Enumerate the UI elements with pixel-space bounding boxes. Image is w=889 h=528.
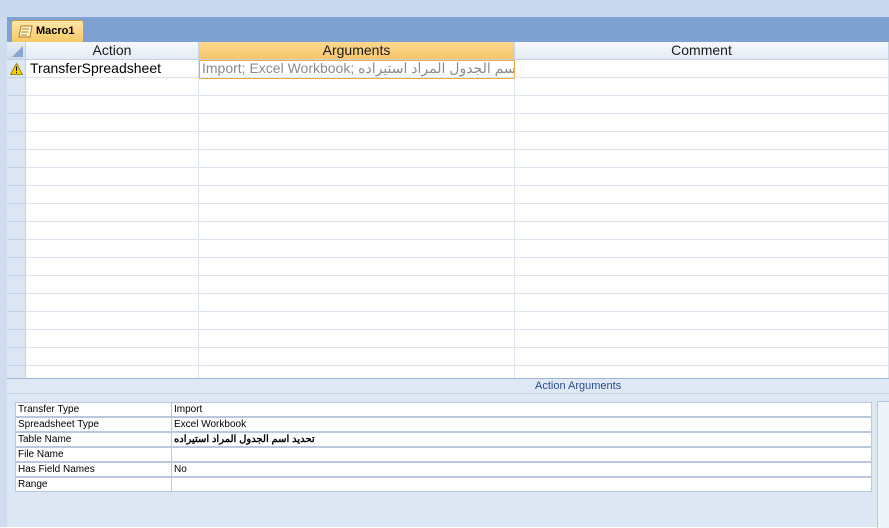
action-cell[interactable] (26, 240, 199, 258)
action-cell[interactable] (26, 294, 199, 312)
arguments-cell[interactable] (199, 114, 515, 132)
spreadsheet-type-field[interactable]: Excel Workbook (172, 417, 872, 432)
action-cell[interactable] (26, 348, 199, 366)
action-cell[interactable] (26, 258, 199, 276)
arguments-cell[interactable] (199, 78, 515, 96)
action-cell[interactable] (26, 78, 199, 96)
column-header-arguments[interactable]: Arguments (199, 42, 515, 60)
arguments-cell[interactable] (199, 348, 515, 366)
action-cell[interactable]: TransferSpreadsheet (26, 60, 199, 78)
property-label[interactable]: Range (15, 477, 172, 492)
arguments-cell[interactable] (199, 294, 515, 312)
arguments-cell[interactable] (199, 132, 515, 150)
property-label[interactable]: Has Field Names (15, 462, 172, 477)
comment-cell[interactable] (515, 294, 889, 312)
comment-cell[interactable] (515, 60, 889, 78)
comment-cell[interactable] (515, 150, 889, 168)
column-header-action[interactable]: Action (26, 42, 199, 60)
action-arguments-title: Action Arguments (535, 380, 622, 392)
help-text-panel (877, 401, 889, 528)
row-selector[interactable] (7, 222, 26, 240)
comment-cell[interactable] (515, 240, 889, 258)
row-selector[interactable] (7, 186, 26, 204)
comment-cell[interactable] (515, 330, 889, 348)
comment-cell[interactable] (515, 114, 889, 132)
row-selector[interactable] (7, 294, 26, 312)
arguments-cell[interactable] (199, 96, 515, 114)
action-cell[interactable] (26, 312, 199, 330)
comment-cell[interactable] (515, 366, 889, 378)
document-tab-strip: Macro1 (7, 17, 889, 44)
arguments-cell[interactable] (199, 186, 515, 204)
row-selector[interactable] (7, 168, 26, 186)
arguments-cell[interactable] (199, 222, 515, 240)
comment-cell[interactable] (515, 96, 889, 114)
row-selector[interactable] (7, 366, 26, 378)
property-label[interactable]: Spreadsheet Type (15, 417, 172, 432)
action-cell[interactable] (26, 96, 199, 114)
row-selector[interactable] (7, 78, 26, 96)
action-cell[interactable] (26, 204, 199, 222)
arguments-cell[interactable] (199, 168, 515, 186)
action-cell[interactable] (26, 114, 199, 132)
comment-cell[interactable] (515, 132, 889, 150)
column-header-comment[interactable]: Comment (515, 42, 889, 60)
comment-cell[interactable] (515, 312, 889, 330)
action-arguments-pane: Transfer Type Import Spreadsheet Type Ex… (7, 394, 889, 528)
row-selector[interactable] (7, 312, 26, 330)
arguments-cell[interactable] (199, 204, 515, 222)
warning-icon (10, 63, 23, 75)
row-selector[interactable] (7, 348, 26, 366)
table-name-field[interactable]: تحديد اسم الجدول المراد استيراده (172, 432, 872, 447)
row-selector[interactable] (7, 60, 26, 78)
row-selector[interactable] (7, 132, 26, 150)
arguments-cell[interactable] (199, 276, 515, 294)
macro-icon (18, 25, 33, 38)
row-selector[interactable] (7, 330, 26, 348)
row-selector[interactable] (7, 204, 26, 222)
property-label[interactable]: Table Name (15, 432, 172, 447)
arguments-cell[interactable] (199, 330, 515, 348)
action-cell[interactable] (26, 168, 199, 186)
comment-cell[interactable] (515, 222, 889, 240)
arguments-cell[interactable] (199, 150, 515, 168)
action-cell[interactable] (26, 276, 199, 294)
comment-cell[interactable] (515, 78, 889, 96)
row-selector[interactable] (7, 258, 26, 276)
property-label[interactable]: File Name (15, 447, 172, 462)
action-cell[interactable] (26, 222, 199, 240)
action-cell[interactable] (26, 330, 199, 348)
comment-cell[interactable] (515, 276, 889, 294)
action-cell[interactable] (26, 150, 199, 168)
row-selector[interactable] (7, 150, 26, 168)
row-selector[interactable] (7, 114, 26, 132)
file-name-field[interactable] (172, 447, 872, 462)
comment-cell[interactable] (515, 258, 889, 276)
arguments-cell[interactable] (199, 240, 515, 258)
comment-cell[interactable] (515, 168, 889, 186)
select-all-corner[interactable] (7, 42, 26, 60)
arguments-cell[interactable] (199, 258, 515, 276)
row-selector[interactable] (7, 240, 26, 258)
action-cell[interactable] (26, 366, 199, 378)
arguments-cell[interactable]: Import; Excel Workbook; تحديد اسم الجدول… (199, 60, 515, 78)
arguments-cell[interactable] (199, 312, 515, 330)
arguments-cell[interactable] (199, 366, 515, 378)
tab-label: Macro1 (36, 25, 75, 37)
row-selector[interactable] (7, 96, 26, 114)
action-cell[interactable] (26, 186, 199, 204)
comment-cell[interactable] (515, 204, 889, 222)
action-cell[interactable] (26, 132, 199, 150)
transfer-type-field[interactable]: Import (172, 402, 872, 417)
range-field[interactable] (172, 477, 872, 492)
has-field-names-field[interactable]: No (172, 462, 872, 477)
window-top-bar (0, 0, 889, 18)
macro-design-grid[interactable]: Action Arguments Comment TransferSpreads… (7, 42, 889, 378)
property-label[interactable]: Transfer Type (15, 402, 172, 417)
tab-macro1[interactable]: Macro1 (11, 20, 84, 42)
row-selector[interactable] (7, 276, 26, 294)
comment-cell[interactable] (515, 348, 889, 366)
comment-cell[interactable] (515, 186, 889, 204)
action-arguments-bar: Action Arguments (7, 378, 889, 394)
